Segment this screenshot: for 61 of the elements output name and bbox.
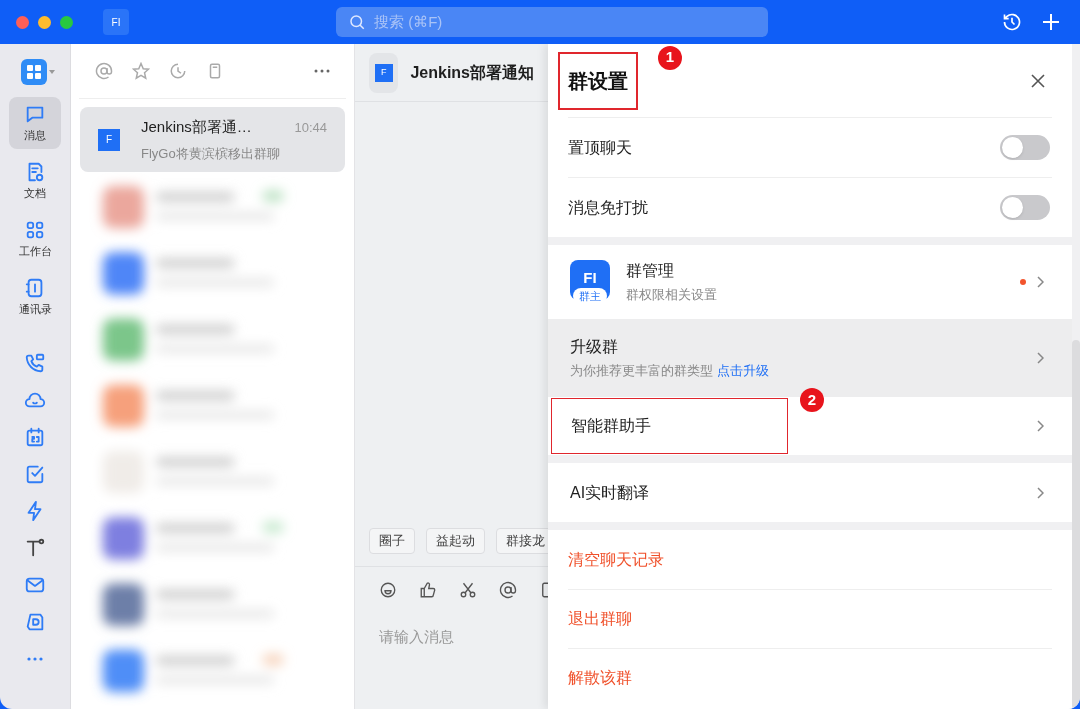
chevron-right-icon [1036,352,1044,364]
nav-item[interactable]: 通讯录 [9,271,61,323]
workspace-logo[interactable] [21,59,47,85]
phone-icon [24,352,46,374]
zoom-button[interactable] [60,15,73,29]
scissors-icon[interactable] [459,581,477,599]
more-icon [26,656,44,662]
toggle-switch[interactable] [1000,195,1050,220]
chat-preview: FlyGo将黄滨槟移出群聊 [141,144,281,163]
setting-label: 升级群 [570,337,619,358]
drive-icon [24,611,46,633]
scrollbar[interactable] [1072,340,1080,709]
star-icon[interactable] [132,62,150,80]
annotation-number: 2 [800,388,824,412]
danger-action[interactable]: 解散该群 [568,666,632,690]
quick-action-chip[interactable]: 群接龙 [496,528,548,554]
at-sign-icon[interactable] [499,581,517,599]
close-window-button[interactable] [16,15,29,29]
setting-description: 群权限相关设置 [626,286,717,305]
setting-label: 消息免打扰 [568,197,648,218]
quick-action-chip[interactable]: 益起动 [426,528,485,554]
owner-tag: 群主 [573,288,607,304]
chat-header-title: Jenkins部署通知 [410,62,534,83]
chat-avatar: F [98,128,120,151]
setting-label: 置顶聊天 [568,137,632,158]
chat-title: Jenkins部署通… [141,117,252,137]
chat-time: 10:44 [294,118,327,137]
panel-title: 群设置 [558,51,638,110]
text-tool-icon [24,537,46,559]
thumbs-up-icon[interactable] [419,581,437,599]
nav-item[interactable]: 工作台 [9,213,61,265]
annotation-number: 1 [658,45,682,70]
chevron-right-icon [1036,486,1044,499]
danger-action[interactable]: 清空聊天记录 [568,547,664,572]
chevron-right-icon [1036,276,1044,288]
chat-avatar: F [374,63,393,82]
plus-icon[interactable] [1042,13,1060,31]
danger-action[interactable]: 退出群聊 [568,607,632,631]
search-icon [348,13,366,31]
toggle-switch[interactable] [1000,135,1050,160]
upgrade-link[interactable]: 点击升级 [716,363,769,379]
clock-icon[interactable] [169,62,187,80]
chevron-right-icon [1036,420,1044,432]
calendar-icon [24,426,46,448]
setting-description: 为你推荐更丰富的群类型 点击升级 [570,362,769,381]
translate-row[interactable]: AI实时翻译 [548,463,1072,522]
history-icon[interactable] [1002,12,1022,32]
setting-label[interactable]: 智能群助手 [551,398,788,454]
setting-label: 群管理 [626,261,675,282]
checkbox-icon [24,463,46,485]
caret-icon[interactable] [49,70,55,74]
group-manage-row[interactable]: FI 群主 群管理 群权限相关设置 [548,245,1072,319]
minimize-button[interactable] [38,15,51,29]
more-icon[interactable] [314,69,330,73]
nav-item[interactable]: 消息 [9,97,61,149]
chat-list-item[interactable]: F Jenkins部署通… 10:44 FlyGo将黄滨槟移出群聊 [80,107,345,172]
close-icon[interactable] [1031,73,1045,88]
quick-action-chip[interactable]: 圈子 [369,528,415,554]
emoji-icon[interactable] [379,581,397,599]
app-badge: FI [103,9,129,35]
nav-item[interactable]: 文档 [9,155,61,207]
